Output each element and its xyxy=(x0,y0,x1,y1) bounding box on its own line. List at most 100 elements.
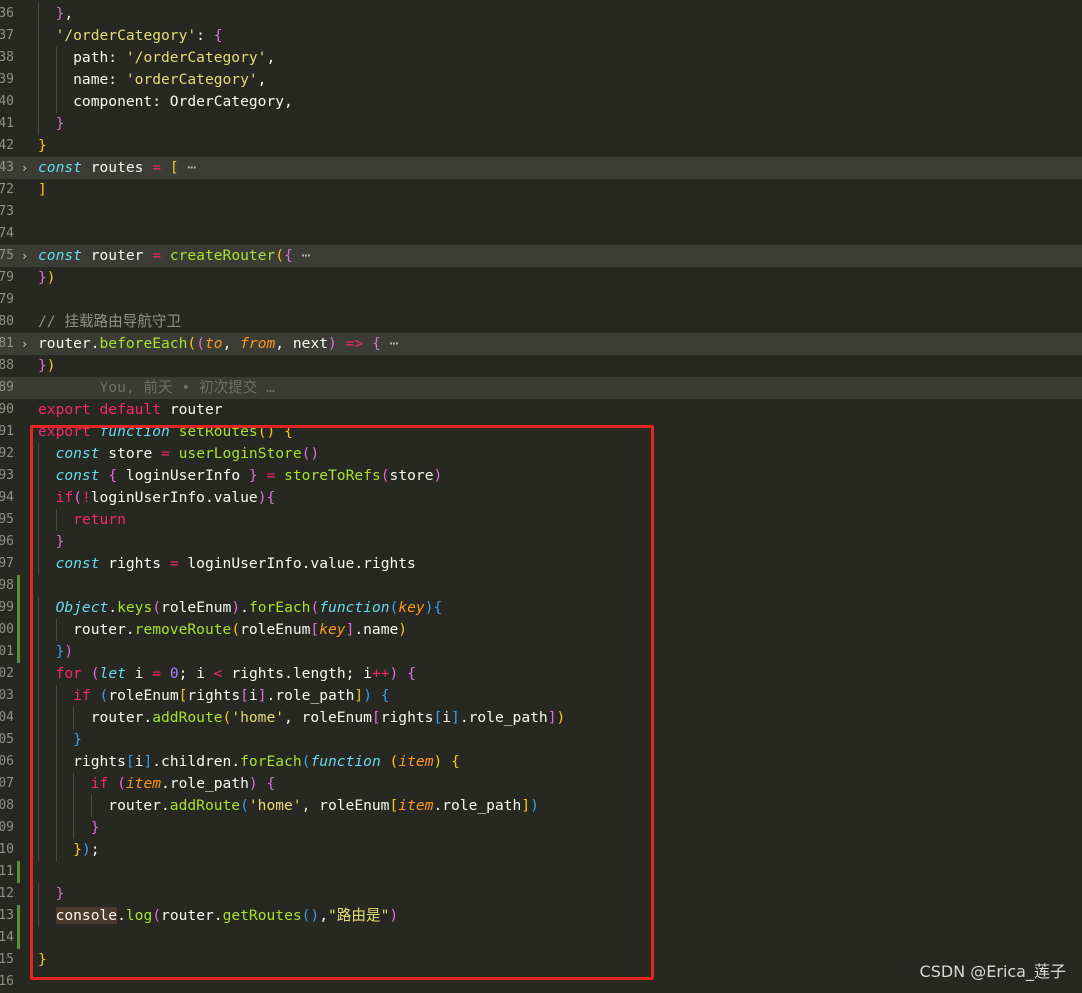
watermark: CSDN @Erica_莲子 xyxy=(919,962,1066,981)
code-line[interactable]: 80 // 挂载路由导航守卫 xyxy=(0,311,1082,333)
code-token: path: xyxy=(38,49,126,66)
code-line[interactable]: 73 xyxy=(0,201,1082,223)
code-text: export default router xyxy=(38,399,223,421)
code-token: ) xyxy=(46,269,56,286)
line-number: 80 xyxy=(0,314,14,329)
code-token: = xyxy=(152,159,162,176)
line-number: 116 xyxy=(0,974,14,989)
line-number: 102 xyxy=(0,666,14,681)
line-number: 104 xyxy=(0,710,14,725)
code-token: ( xyxy=(196,335,205,352)
git-change-marker xyxy=(17,905,20,927)
chevron-right-icon[interactable]: › xyxy=(21,333,33,355)
code-line[interactable]: 90 export default router xyxy=(0,399,1082,421)
code-token: , next xyxy=(275,335,329,352)
git-change-marker xyxy=(17,927,20,949)
line-number: 111 xyxy=(0,864,14,879)
line-number: 106 xyxy=(0,754,14,769)
code-text: }) xyxy=(38,355,56,377)
chevron-right-icon[interactable]: › xyxy=(21,245,33,267)
code-token: } xyxy=(38,357,47,374)
code-token: ] xyxy=(38,181,47,198)
git-change-marker xyxy=(17,641,20,663)
line-number: 91 xyxy=(0,424,14,439)
code-token: { xyxy=(213,27,223,44)
line-number: 93 xyxy=(0,468,14,483)
code-text: // 挂载路由导航守卫 xyxy=(38,311,181,333)
code-token: export xyxy=(38,401,91,418)
code-token: , xyxy=(222,335,241,352)
line-number: 39 xyxy=(0,72,14,87)
code-line[interactable]: 89 You, 前天 • 初次提交 … xyxy=(0,377,1082,399)
code-token: 'orderCategory' xyxy=(125,71,258,88)
code-line[interactable]: 79 xyxy=(0,289,1082,311)
code-token: } xyxy=(38,137,47,154)
line-number: 94 xyxy=(0,490,14,505)
line-number: 99 xyxy=(0,600,14,615)
code-token: name: xyxy=(38,71,126,88)
code-line[interactable]: 38 path: '/orderCategory', xyxy=(0,47,1082,69)
line-number: 79 xyxy=(0,292,14,307)
code-text: You, 前天 • 初次提交 … xyxy=(38,377,275,399)
code-line[interactable]: 36 }, xyxy=(0,3,1082,25)
line-number: 112 xyxy=(0,886,14,901)
code-line[interactable]: 81 › router.beforeEach((to, from, next) =>… xyxy=(0,333,1082,355)
code-token: const xyxy=(38,159,82,176)
comment-token: // 挂载路由导航守卫 xyxy=(38,313,182,330)
code-token: { xyxy=(284,247,293,264)
code-text: }) xyxy=(38,267,56,289)
code-token: const xyxy=(38,247,82,264)
code-token: , xyxy=(266,49,276,66)
code-text: component: OrderCategory, xyxy=(38,91,293,113)
code-token: ) xyxy=(46,357,56,374)
code-line[interactable]: 41 } xyxy=(0,113,1082,135)
line-number: 92 xyxy=(0,446,14,461)
line-number: 109 xyxy=(0,820,14,835)
code-line[interactable]: 40 component: OrderCategory, xyxy=(0,91,1082,113)
code-token: , xyxy=(257,71,267,88)
code-token: ( xyxy=(187,335,197,352)
line-number: 98 xyxy=(0,578,14,593)
chevron-right-icon[interactable]: › xyxy=(21,157,33,179)
line-number: 95 xyxy=(0,512,14,527)
code-token: ⋯ xyxy=(380,335,399,352)
line-number: 74 xyxy=(0,226,14,241)
code-token: => xyxy=(345,335,364,352)
code-line[interactable]: 39 name: 'orderCategory', xyxy=(0,69,1082,91)
code-line[interactable]: 42} xyxy=(0,135,1082,157)
code-line[interactable]: 37 '/orderCategory': { xyxy=(0,25,1082,47)
git-change-marker xyxy=(17,575,20,597)
code-token: You, 前天 • 初次提交 … xyxy=(38,379,275,396)
code-line[interactable]: 75 › const router = createRouter({ ⋯ xyxy=(0,245,1082,267)
code-line[interactable]: 79}) xyxy=(0,267,1082,289)
code-text: '/orderCategory': { xyxy=(38,25,223,47)
code-text: ] xyxy=(38,179,47,201)
code-text: } xyxy=(38,135,47,157)
code-token: = xyxy=(152,247,162,264)
line-number: 43 xyxy=(0,160,14,175)
code-text: } xyxy=(38,113,65,135)
code-token: } xyxy=(38,269,47,286)
code-text: const routes = [ ⋯ xyxy=(38,157,196,179)
code-line[interactable]: 74 xyxy=(0,223,1082,245)
code-token: { xyxy=(371,335,381,352)
code-line[interactable]: 43 › const routes = [ ⋯ xyxy=(0,157,1082,179)
code-line[interactable]: 72] xyxy=(0,179,1082,201)
code-line[interactable]: 88}) xyxy=(0,355,1082,377)
code-token: router. xyxy=(38,335,100,352)
code-text: const router = createRouter({ ⋯ xyxy=(38,245,310,267)
line-number: 113 xyxy=(0,908,14,923)
line-number: 101 xyxy=(0,644,14,659)
line-number: 81 xyxy=(0,336,14,351)
code-text: router.beforeEach((to, from, next) => { … xyxy=(38,333,398,355)
line-number: 89 xyxy=(0,380,14,395)
line-number: 41 xyxy=(0,116,14,131)
code-token: component: OrderCategory, xyxy=(38,93,293,110)
